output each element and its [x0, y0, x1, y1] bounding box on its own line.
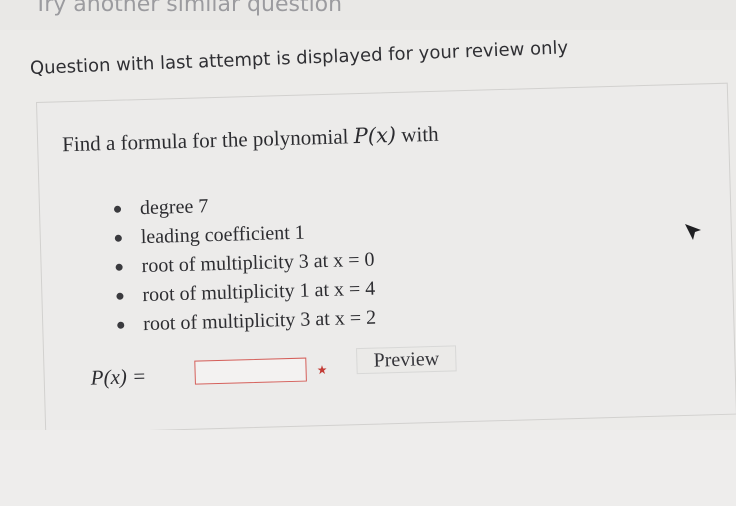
polynomial-name: P(x)	[353, 122, 397, 149]
bullet-icon	[116, 292, 124, 300]
try-another-question-link[interactable]: Try another similar question	[34, 0, 342, 17]
answer-row: P(x) = Preview	[90, 345, 457, 394]
requirement-text: root of multiplicity 3 at x = 2	[142, 306, 377, 336]
preview-button[interactable]: Preview	[355, 345, 457, 375]
answer-label: P(x) =	[90, 364, 147, 390]
prompt-suffix: with	[395, 121, 439, 147]
bullet-icon	[113, 205, 122, 213]
requirement-text: root of multiplicity 3 at x = 0	[141, 248, 375, 278]
requirement-text: root of multiplicity 1 at x = 4	[142, 277, 376, 307]
prompt-prefix: Find a formula for the polynomial	[61, 124, 355, 157]
review-note: Question with last attempt is displayed …	[29, 37, 569, 79]
question-box: Find a formula for the polynomial P(x) w…	[36, 82, 736, 434]
answer-input[interactable]	[194, 357, 307, 385]
bullet-icon	[117, 321, 125, 329]
bullet-icon	[114, 234, 122, 242]
answer-status-icon	[317, 365, 327, 375]
question-prompt: Find a formula for the polynomial P(x) w…	[62, 122, 439, 158]
blank-area	[0, 430, 736, 506]
requirement-text: leading coefficient 1	[140, 221, 306, 249]
bullet-icon	[115, 263, 123, 271]
requirement-text: degree 7	[139, 195, 209, 220]
mouse-pointer-icon	[685, 224, 701, 240]
top-strip: Try another similar question	[0, 0, 736, 30]
requirement-item: root of multiplicity 3 at x = 2	[115, 304, 377, 340]
requirements-list: degree 7 leading coefficient 1 root of m…	[112, 188, 377, 340]
